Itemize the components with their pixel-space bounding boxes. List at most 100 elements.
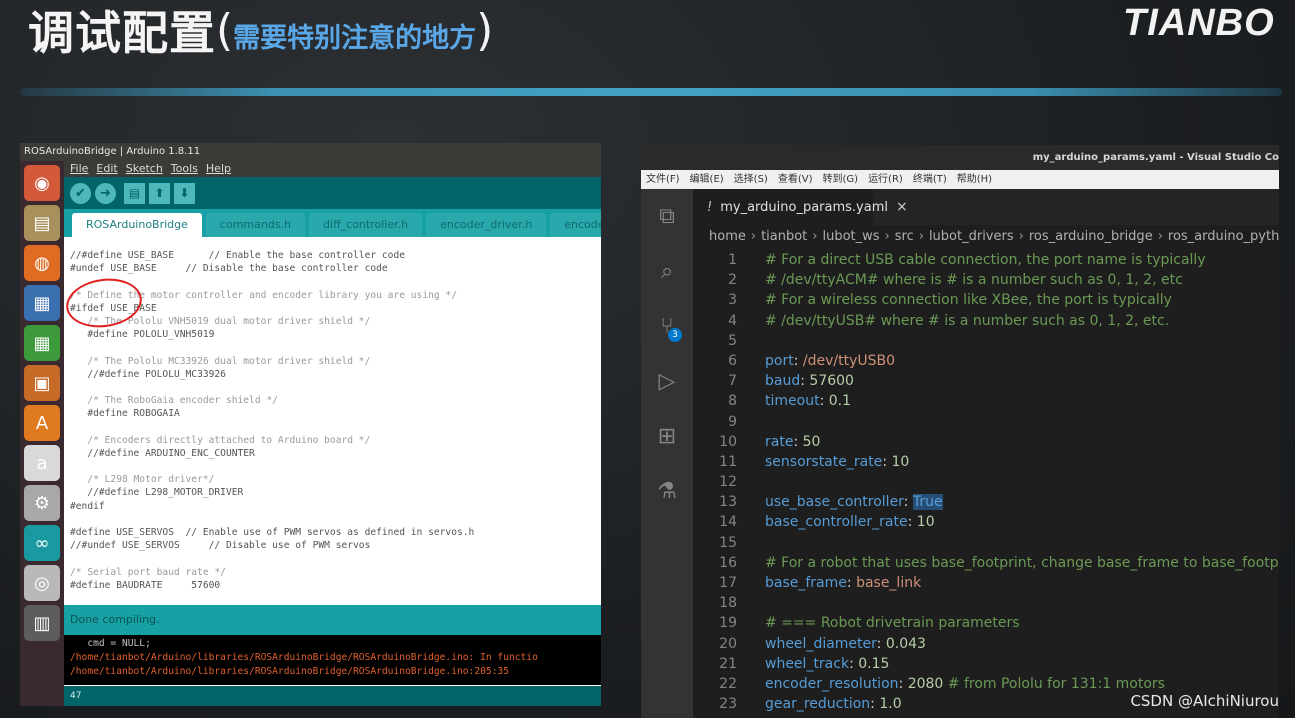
vscode-tabbar: ! my_arduino_params.yaml ×	[693, 189, 1279, 225]
search-icon[interactable]: ⌕	[652, 254, 682, 289]
token: True	[912, 494, 943, 511]
disc-icon[interactable]: ◎	[24, 565, 60, 601]
testing-icon[interactable]: ⚗	[652, 474, 682, 509]
token: port	[765, 352, 794, 369]
ubuntu-launcher: ◉ ▤ ◍ ▦ ▦ ▣ Aa ⚙ ∞ ◎ ▥	[20, 161, 64, 706]
tab-diff-controller-h[interactable]: diff_controller.h	[309, 213, 423, 237]
breadcrumb-item[interactable]: tianbot	[761, 229, 807, 244]
line-number: 3	[728, 292, 737, 309]
upload-button[interactable]: ➜	[95, 182, 116, 204]
arduino-icon[interactable]: ∞	[24, 525, 60, 561]
menu-item-tools[interactable]: Tools	[171, 161, 198, 177]
breadcrumb-separator: ›	[1157, 229, 1163, 244]
token: # from Pololu for 131:1 motors	[943, 675, 1165, 692]
line-number: 22	[719, 675, 737, 692]
arduino-status: Done compiling.	[64, 605, 601, 635]
vs-menu-item[interactable]: 帮助(H)	[957, 170, 992, 189]
vs-menu-item[interactable]: 查看(V)	[778, 170, 813, 189]
tab-encoder-driver-h[interactable]: encoder_driver.h	[426, 213, 547, 237]
editor-tab-label: my_arduino_params.yaml	[720, 199, 888, 215]
vs-menu-item[interactable]: 转到(G)	[823, 170, 859, 189]
line-number: 7	[728, 373, 737, 390]
trash-icon[interactable]: ▥	[24, 605, 60, 641]
amazon-icon[interactable]: a	[24, 445, 60, 481]
source-control-icon[interactable]: ⑂ 3	[652, 309, 682, 344]
vs-menu-item[interactable]: 选择(S)	[734, 170, 768, 189]
menu-item-edit[interactable]: Edit	[96, 161, 117, 177]
code-line: //#define ARDUINO_ENC_COUNTER	[70, 447, 255, 459]
explorer-icon-glyph: ⧉	[659, 204, 675, 229]
tab-rosarduinobridge[interactable]: ROSArduinoBridge	[72, 213, 202, 237]
run-debug-icon[interactable]: ▷	[652, 364, 682, 399]
editor-line: 14 base_controller_rate: 10	[693, 512, 1279, 532]
editor-tab[interactable]: ! my_arduino_params.yaml ×	[693, 189, 908, 225]
token: 10	[916, 514, 935, 531]
line-number: 11	[719, 453, 737, 470]
new-sketch-button[interactable]: ▤	[124, 182, 145, 204]
code-line: #ifdef USE_BASE	[70, 302, 157, 314]
explorer-icon[interactable]: ⧉	[652, 199, 682, 234]
editor-line: 7 baud: 57600	[693, 371, 1279, 391]
files-icon[interactable]: ▤	[24, 205, 60, 241]
breadcrumb-item[interactable]: lubot_ws	[822, 229, 879, 244]
verify-button[interactable]: ✔	[70, 182, 91, 204]
code-line: #define BAUDRATE 57600	[70, 579, 221, 591]
settings-icon[interactable]: ⚙	[24, 485, 60, 521]
breadcrumb-item[interactable]: ros_arduino_pyth	[1168, 229, 1279, 244]
vs-menu-item[interactable]: 编辑(E)	[690, 170, 724, 189]
vscode-window-title: my_arduino_params.yaml - Visual Studio C…	[641, 145, 1279, 170]
breadcrumb-item[interactable]: lubot_drivers	[929, 229, 1014, 244]
line-number: 9	[728, 413, 737, 430]
token: :	[793, 352, 803, 369]
line-number: 1	[728, 252, 737, 268]
arduino-toolbar: ✔ ➜ ▤ ⬆ ⬇	[64, 177, 601, 209]
token: gear_reduction	[765, 696, 871, 713]
breadcrumb-separator: ›	[918, 229, 924, 244]
editor-line: 8 timeout: 0.1	[693, 391, 1279, 411]
token: :	[870, 696, 880, 713]
slide-divider	[20, 88, 1282, 96]
tab-commands-h[interactable]: commands.h	[205, 213, 306, 237]
arduino-code-editor[interactable]: //#define USE_BASE // Enable the base co…	[64, 237, 601, 607]
token: 0.15	[858, 655, 890, 672]
impress-icon[interactable]: ▣	[24, 365, 60, 401]
vs-menu-item[interactable]: 终端(T)	[913, 170, 947, 189]
line-number: 10	[719, 433, 737, 450]
console-line: /home/tianbot/Arduino/libraries/ROSArdui…	[70, 652, 538, 663]
token: # === Robot drivetrain parameters	[765, 615, 1020, 632]
menu-item-help[interactable]: Help	[206, 161, 231, 177]
token: # For a wireless connection like XBee, t…	[765, 292, 1172, 309]
extensions-icon[interactable]: ⊞	[652, 419, 682, 454]
writer-icon[interactable]: ▦	[24, 285, 60, 321]
line-content: # For a wireless connection like XBee, t…	[765, 290, 1172, 310]
token: rate	[765, 433, 794, 450]
line-number: 4	[728, 312, 737, 329]
vscode-code-editor[interactable]: 1 # For a direct USB cable connection, th…	[693, 250, 1279, 718]
token: # For a direct USB cable connection, the…	[765, 252, 1206, 268]
close-icon[interactable]: ×	[896, 199, 908, 215]
open-sketch-button[interactable]: ⬆	[149, 182, 170, 204]
vs-menu-item[interactable]: 运行(R)	[868, 170, 903, 189]
vscode-window: my_arduino_params.yaml - Visual Studio C…	[641, 145, 1279, 718]
menu-item-sketch[interactable]: Sketch	[126, 161, 163, 177]
breadcrumb-item[interactable]: ros_arduino_bridge	[1029, 229, 1153, 244]
breadcrumb: home › tianbot › lubot_ws › src › lubot_drivers ›…	[693, 225, 1279, 249]
ubuntu-icon[interactable]: ◉	[24, 165, 60, 201]
line-content: # For a direct USB cable connection, the…	[765, 250, 1206, 270]
breadcrumb-item[interactable]: src	[895, 229, 914, 244]
editor-line: 11 sensorstate_rate: 10	[693, 452, 1279, 472]
line-content: # === Robot drivetrain parameters	[765, 613, 1020, 633]
menu-item-file[interactable]: File	[70, 161, 88, 177]
calc-icon[interactable]: ▦	[24, 325, 60, 361]
firefox-icon[interactable]: ◍	[24, 245, 60, 281]
token: encoder_resolution	[765, 675, 899, 692]
line-content: port: /dev/ttyUSB0	[765, 351, 895, 371]
token: :	[846, 575, 857, 591]
source-control-badge: 3	[668, 328, 682, 342]
tab-encoder-[interactable]: encoder_	[550, 213, 601, 237]
save-sketch-button[interactable]: ⬇	[174, 182, 195, 204]
editor-line: 18	[693, 593, 1279, 613]
vs-menu-item[interactable]: 文件(F)	[646, 170, 680, 189]
software-center-icon[interactable]: A	[24, 405, 60, 441]
breadcrumb-item[interactable]: home	[709, 229, 746, 244]
